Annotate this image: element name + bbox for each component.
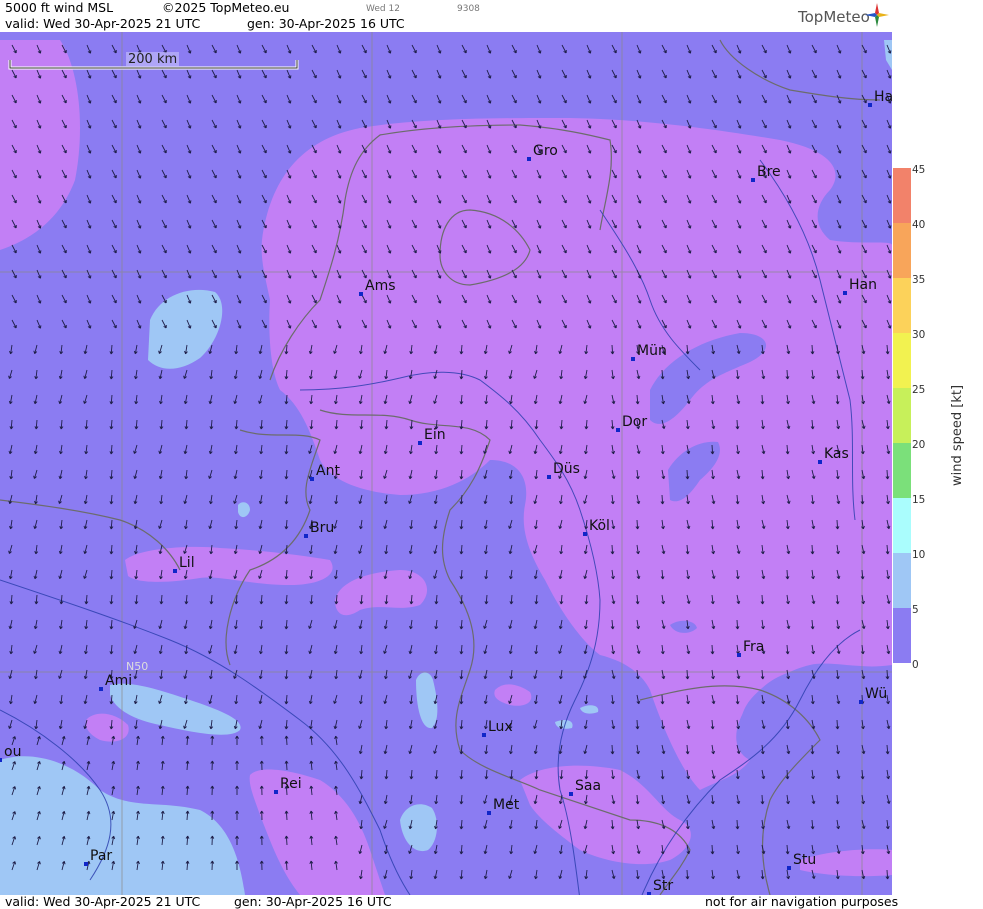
legend-tick-label: 0 [912, 659, 919, 671]
legend-tick-label: 5 [912, 604, 919, 616]
city-marker [737, 653, 741, 657]
legend-tick-label: 45 [912, 164, 926, 176]
legend-swatch [893, 168, 911, 224]
footer-disclaimer: not for air navigation purposes [705, 894, 899, 909]
city-marker [843, 291, 847, 295]
city-label: Lil [179, 555, 195, 571]
legend-swatch [893, 278, 911, 334]
city-label: Stu [793, 852, 817, 868]
city-label: Lux [488, 719, 513, 735]
city-label: Gro [533, 143, 558, 159]
city-label: Han [849, 277, 877, 293]
legend-tick-label: 40 [912, 219, 926, 231]
tiny-code-label: 9308 [457, 4, 480, 14]
legend-swatch [893, 498, 911, 554]
legend-swatch [893, 553, 911, 609]
footer-valid-time: valid: Wed 30-Apr-2025 21 UTC [5, 894, 201, 909]
city-label: Kas [824, 446, 849, 462]
city-marker [0, 758, 2, 762]
city-label: Ha [874, 89, 892, 105]
city-marker [583, 532, 587, 536]
topmeteo-logo-text: TopMeteo [798, 8, 870, 26]
city-marker [84, 862, 88, 866]
city-marker [631, 357, 635, 361]
city-marker [173, 569, 177, 573]
city-label: Ein [424, 427, 446, 443]
legend-tick-label: 15 [912, 494, 926, 506]
city-label: Bre [757, 164, 781, 180]
legend-tick-label: 10 [912, 549, 926, 561]
city-label: Met [493, 797, 520, 813]
city-marker [359, 292, 363, 296]
footer-generated-time: gen: 30-Apr-2025 16 UTC [234, 894, 392, 909]
wind-map[interactable]: 200 km N50 Gro Bre Ha Ams Han Mün Dor Ein Kas Ant… [0, 32, 892, 895]
city-marker [487, 811, 491, 815]
city-marker [787, 866, 791, 870]
city-label: Par [90, 848, 113, 864]
city-label: Fra [743, 639, 765, 655]
city-marker [569, 792, 573, 796]
map-header: 5000 ft wind MSL ©2025 TopMeteo.eu Wed 1… [0, 0, 892, 32]
city-label: Ami [105, 673, 133, 689]
legend-swatch [893, 223, 911, 279]
tiny-day-label: Wed 12 [366, 4, 400, 14]
city-marker [482, 733, 486, 737]
graticule-label: N50 [126, 660, 149, 673]
copyright-text: ©2025 TopMeteo.eu [162, 0, 290, 15]
map-footer: valid: Wed 30-Apr-2025 21 UTC gen: 30-Ap… [0, 894, 898, 909]
legend-tick-label: 20 [912, 439, 926, 451]
generated-time: gen: 30-Apr-2025 16 UTC [247, 16, 405, 31]
city-label: Rei [280, 776, 302, 792]
city-label: Mün [637, 343, 667, 359]
city-label: Köl [589, 518, 610, 534]
city-label: Wü [865, 686, 888, 702]
city-marker [274, 790, 278, 794]
city-marker [859, 700, 863, 704]
city-marker [527, 157, 531, 161]
city-label: Düs [553, 461, 580, 477]
city-label: Saa [575, 778, 602, 794]
legend-swatch [893, 443, 911, 499]
compass-star-icon [865, 3, 889, 27]
legend-swatch [893, 388, 911, 444]
city-marker [616, 428, 620, 432]
scale-bar-label: 200 km [126, 52, 180, 67]
city-label: Dor [622, 414, 648, 430]
city-marker [868, 103, 872, 107]
city-marker [751, 178, 755, 182]
legend-swatch [893, 333, 911, 389]
legend-tick-label: 25 [912, 384, 926, 396]
city-marker [547, 475, 551, 479]
legend-unit-label: wind speed [kt] [950, 384, 965, 486]
city-label: Str [653, 878, 674, 894]
city-marker [304, 534, 308, 538]
legend-swatch [893, 608, 911, 663]
city-marker [418, 441, 422, 445]
city-label: ou [4, 744, 22, 760]
city-label: Ams [365, 278, 396, 294]
wind-field-svg [0, 32, 892, 895]
legend-tick-label: 30 [912, 329, 926, 341]
city-marker [99, 687, 103, 691]
product-title: 5000 ft wind MSL [5, 0, 114, 15]
valid-time: valid: Wed 30-Apr-2025 21 UTC [5, 16, 201, 31]
wind-speed-colorbar [893, 168, 911, 663]
city-marker [818, 460, 822, 464]
city-label: Bru [310, 520, 335, 536]
city-marker [310, 477, 314, 481]
city-label: Ant [316, 463, 340, 479]
legend-tick-label: 35 [912, 274, 926, 286]
